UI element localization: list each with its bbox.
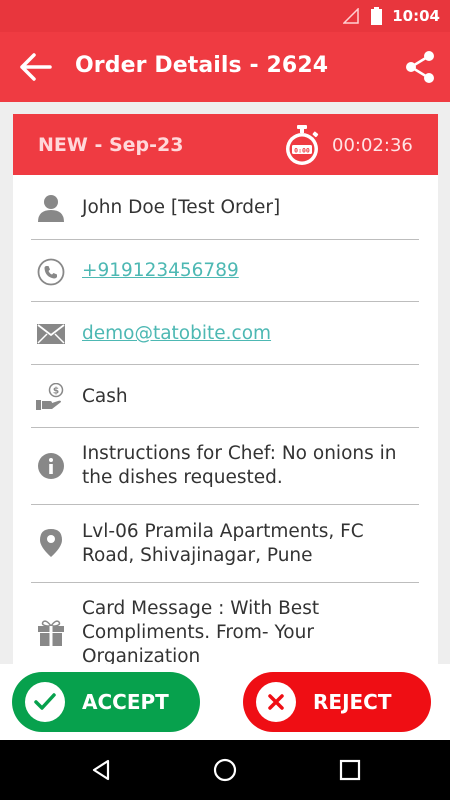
- cash-payment-icon: $: [36, 382, 66, 412]
- stopwatch-icon: 0:00: [286, 125, 319, 165]
- status-time: 10:04: [392, 7, 440, 25]
- nav-home-icon[interactable]: [212, 758, 238, 782]
- order-timer: 00:02:36: [332, 135, 413, 156]
- page-title: Order Details - 2624: [75, 53, 329, 78]
- customer-name: John Doe [Test Order]: [82, 197, 281, 218]
- phone-row: +919123456789: [31, 240, 419, 302]
- order-details-card: NEW - Sep-23 0:00 00:02:36 John Doe [Tes…: [13, 114, 438, 674]
- chef-instructions: Instructions for Chef: No onions in the …: [82, 443, 397, 488]
- email-link[interactable]: demo@tatobite.com: [82, 323, 271, 344]
- address-row: Lvl-06 Pramila Apartments, FC Road, Shiv…: [31, 505, 419, 583]
- instructions-row: Instructions for Chef: No onions in the …: [31, 428, 419, 505]
- nav-recents-icon[interactable]: [337, 758, 363, 782]
- mail-icon: [36, 319, 66, 349]
- reject-button[interactable]: REJECT: [243, 672, 431, 732]
- order-status: NEW - Sep-23: [38, 134, 184, 156]
- card-message: Card Message : With Best Compliments. Fr…: [82, 598, 320, 667]
- delivery-address: Lvl-06 Pramila Apartments, FC Road, Shiv…: [82, 521, 364, 566]
- status-bar: 10:04: [0, 0, 450, 32]
- back-arrow-icon[interactable]: [18, 52, 52, 82]
- share-icon[interactable]: [404, 50, 436, 84]
- accept-button[interactable]: ACCEPT: [12, 672, 200, 732]
- phone-link[interactable]: +919123456789: [82, 260, 239, 281]
- payment-method: Cash: [82, 386, 128, 407]
- email-row: demo@tatobite.com: [31, 302, 419, 365]
- card-message-row: Card Message : With Best Compliments. Fr…: [31, 583, 419, 674]
- customer-row: John Doe [Test Order]: [31, 175, 419, 240]
- reject-label: REJECT: [313, 690, 392, 714]
- svg-text:0:00: 0:00: [294, 147, 310, 155]
- svg-text:$: $: [53, 387, 59, 397]
- action-bar: ACCEPT REJECT: [0, 664, 450, 740]
- payment-row: $ Cash: [31, 365, 419, 428]
- user-icon: [36, 193, 66, 223]
- battery-icon: [371, 7, 383, 25]
- check-icon: [25, 682, 65, 722]
- phone-icon: [36, 257, 66, 287]
- cell-signal-icon: [343, 8, 359, 24]
- app-bar: Order Details - 2624: [0, 32, 450, 102]
- close-icon: [256, 682, 296, 722]
- info-icon: [36, 451, 66, 481]
- system-nav-bar: [0, 740, 450, 800]
- nav-back-icon[interactable]: [88, 758, 114, 782]
- order-status-header: NEW - Sep-23 0:00 00:02:36: [13, 114, 438, 175]
- gift-icon: [36, 618, 66, 648]
- accept-label: ACCEPT: [82, 690, 169, 714]
- location-pin-icon: [36, 528, 66, 558]
